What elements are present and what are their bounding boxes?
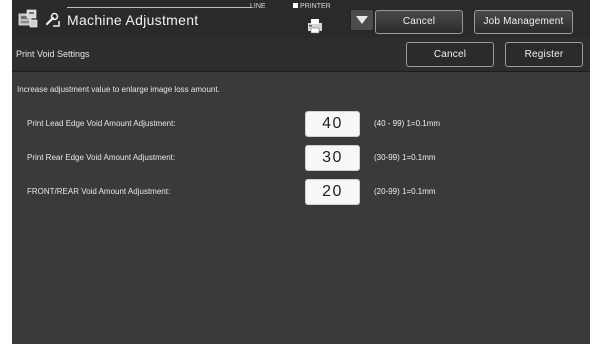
triangle-down-icon <box>356 16 368 24</box>
front-rear-void-label: FRONT/REAR Void Amount Adjustment: <box>27 187 171 196</box>
page-title: Print Void Settings <box>16 49 90 59</box>
line-label: LINE <box>250 3 266 10</box>
rear-edge-void-value[interactable]: 30 <box>305 145 360 171</box>
front-rear-void-range: (20-99) 1=0.1mm <box>374 187 436 196</box>
machine-adjustment-screen: Machine Adjustment LINE PRINTER Cancel J… <box>12 0 590 344</box>
rear-edge-void-label: Print Rear Edge Void Amount Adjustment: <box>27 153 176 162</box>
app-title: Machine Adjustment <box>67 12 199 28</box>
instructions-text: Increase adjustment value to enlarge ima… <box>17 85 220 94</box>
header-cancel-button[interactable]: Cancel <box>375 10 463 34</box>
settings-subheader: Print Void Settings Cancel Register <box>12 38 590 72</box>
lead-edge-void-label: Print Lead Edge Void Amount Adjustment: <box>27 119 176 128</box>
header-bar: Machine Adjustment LINE PRINTER Cancel J… <box>12 0 590 39</box>
printer-indicator-icon <box>293 3 298 8</box>
register-button[interactable]: Register <box>505 42 583 67</box>
lead-edge-void-value[interactable]: 40 <box>305 111 360 137</box>
printer-icon <box>308 19 322 34</box>
dropdown-button[interactable] <box>350 9 374 31</box>
cancel-button[interactable]: Cancel <box>406 42 494 67</box>
wrench-icon <box>45 12 60 27</box>
header-divider <box>67 7 252 8</box>
printer-status: PRINTER <box>293 3 331 10</box>
printer-label: PRINTER <box>300 3 331 10</box>
front-rear-void-value[interactable]: 20 <box>305 179 360 205</box>
machine-adjustment-icon <box>18 9 38 28</box>
job-management-button[interactable]: Job Management <box>474 10 573 34</box>
rear-edge-void-range: (30-99) 1=0.1mm <box>374 153 436 162</box>
lead-edge-void-range: (40 - 99) 1=0.1mm <box>374 119 441 128</box>
